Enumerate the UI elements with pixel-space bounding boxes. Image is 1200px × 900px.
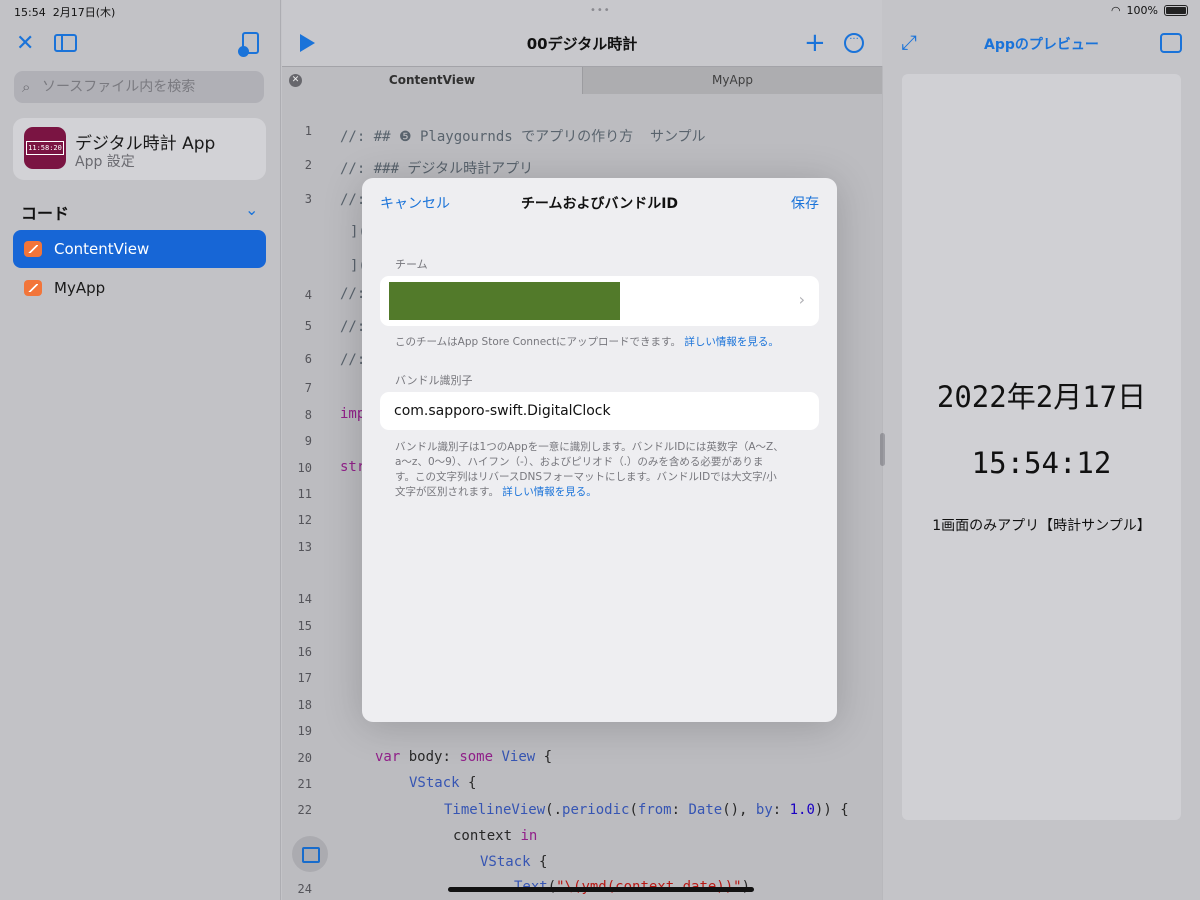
status-bar: 15:54 2月17日(木) ◠ 100%: [0, 0, 1200, 22]
bundle-learn-more-link[interactable]: 詳しい情報を見る。: [502, 486, 597, 498]
project-title: 00デジタル時計: [526, 35, 638, 53]
status-time: 15:54 2月17日(木): [14, 6, 116, 19]
battery-icon: [1164, 5, 1188, 16]
team-note: このチームはApp Store Connectにアップロードできます。 詳しい情…: [395, 336, 779, 348]
team-learn-more-link[interactable]: 詳しい情報を見る。: [684, 336, 779, 348]
window-stack-icon[interactable]: [1160, 33, 1182, 53]
close-icon[interactable]: ✕: [16, 30, 34, 58]
redacted-team-name: [389, 282, 620, 320]
add-button[interactable]: +: [804, 28, 826, 58]
chevron-down-icon[interactable]: ⌄: [245, 200, 258, 219]
home-indicator[interactable]: [448, 887, 754, 892]
wifi-icon: ◠: [1110, 4, 1121, 17]
bundle-note: バンドル識別子は1つのAppを一意に識別します。バンドルIDには英数字（A〜Z、…: [395, 441, 784, 498]
code-section-title: コード: [21, 204, 70, 223]
new-file-icon[interactable]: [238, 32, 259, 57]
preview-device-frame: 2022年2月17日 15:54:12 1画面のみアプリ【時計サンプル】: [902, 74, 1181, 820]
battery-percent: 100%: [1126, 4, 1158, 17]
clock-date-text: 2022年2月17日: [936, 380, 1147, 414]
sidebar-toggle-icon[interactable]: [54, 34, 77, 52]
clock-time-text: 15:54:12: [971, 446, 1112, 480]
bundle-label: バンドル識別子: [395, 374, 473, 387]
search-icon: ⌕: [22, 78, 31, 96]
swift-icon: [24, 280, 42, 296]
preview-title: Appのプレビュー: [984, 37, 1099, 53]
app-subtitle: App 設定: [75, 154, 135, 170]
app-preview-panel: ⤢ Appのプレビュー 2022年2月17日 15:54:12 1画面のみアプリ…: [883, 0, 1200, 900]
bundle-id-value[interactable]: com.sapporo-swift.DigitalClock: [394, 403, 611, 419]
sidebar-item-contentview[interactable]: ContentView: [13, 230, 266, 268]
cancel-button[interactable]: キャンセル: [380, 193, 450, 213]
app-settings-card[interactable]: 11:58:20 デジタル時計 App App 設定: [13, 118, 266, 180]
preview-caption: 1画面のみアプリ【時計サンプル】: [932, 518, 1151, 534]
save-button[interactable]: 保存: [791, 193, 819, 213]
app-icon: 11:58:20: [24, 127, 66, 169]
bundle-id-field[interactable]: com.sapporo-swift.DigitalClock: [380, 392, 819, 430]
team-label: チーム: [395, 258, 428, 271]
sidebar-item-myapp[interactable]: MyApp: [13, 269, 266, 307]
chevron-right-icon: ›: [798, 290, 805, 309]
team-selector[interactable]: ›: [380, 276, 819, 326]
sidebar: ✕ ⌕ ソースファイル内を検索 11:58:20 デジタル時計 App App …: [0, 0, 281, 900]
team-bundle-id-sheet: チームおよびバンドルID キャンセル 保存 チーム › このチームはApp St…: [362, 178, 837, 722]
search-input[interactable]: ⌕ ソースファイル内を検索: [14, 71, 264, 103]
swift-icon: [24, 241, 42, 257]
more-options-icon[interactable]: ···: [844, 33, 864, 53]
